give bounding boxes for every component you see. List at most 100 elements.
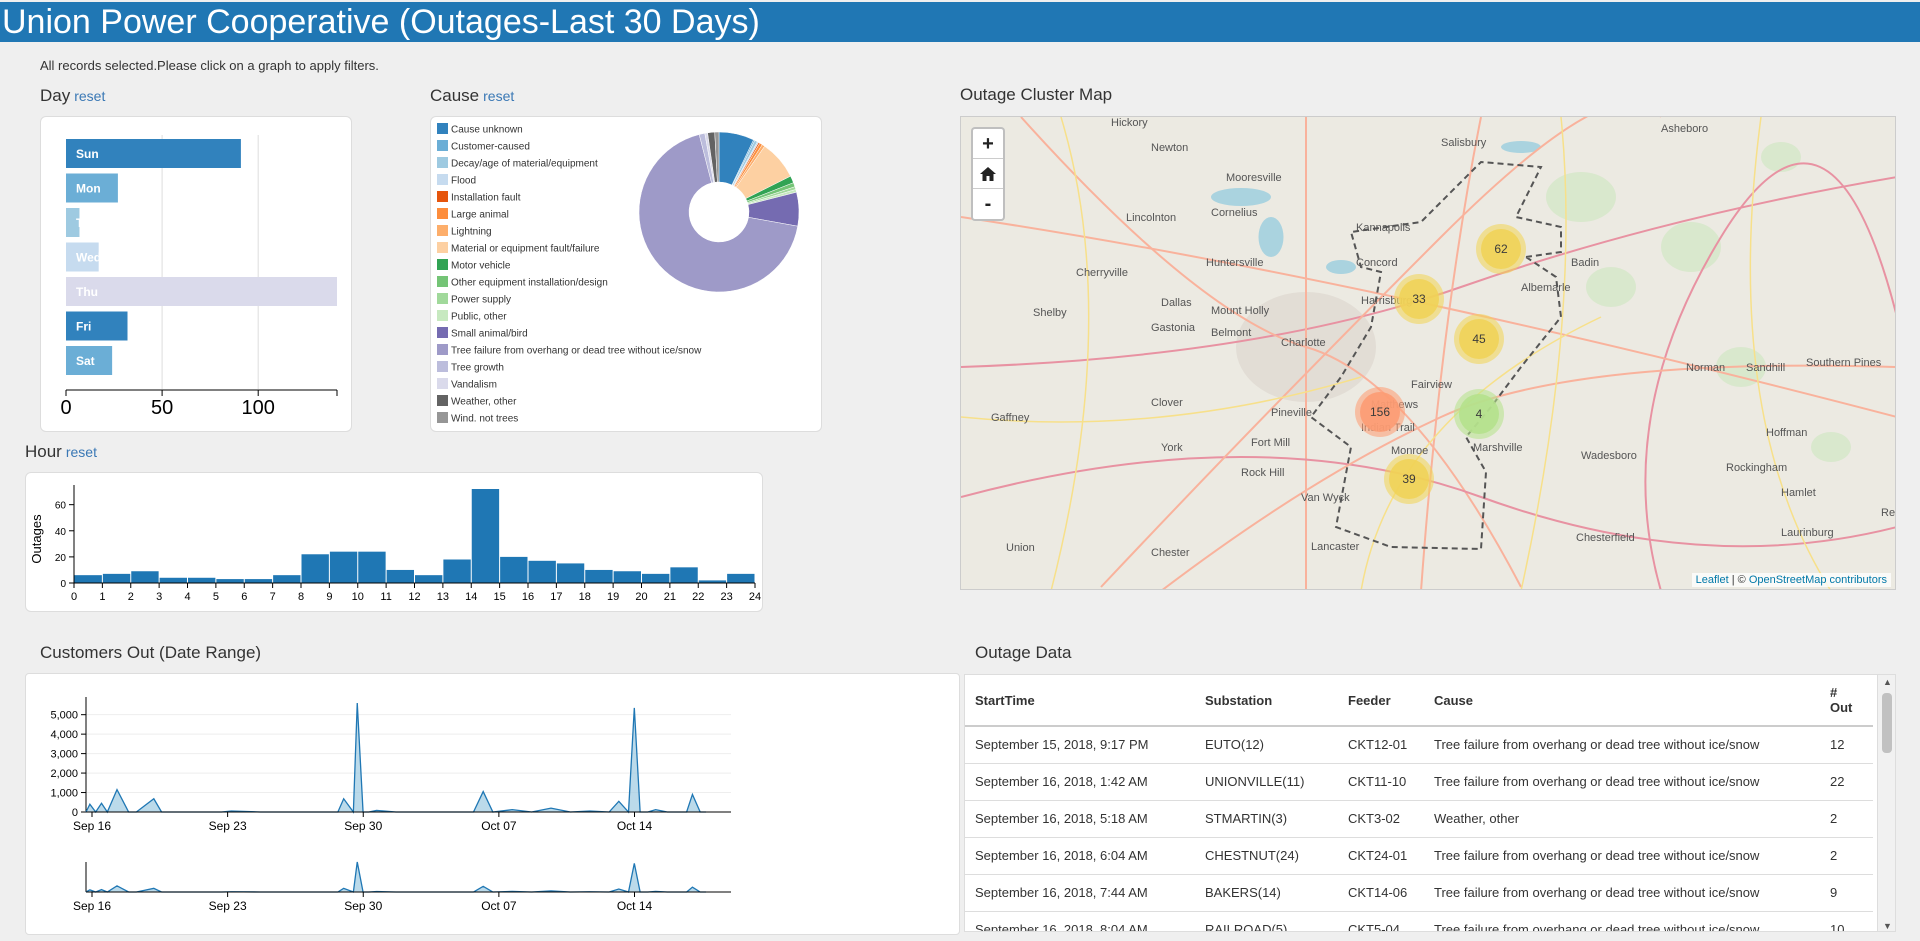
hour-bar-20[interactable] [642,573,670,583]
cause-legend-swatch [437,344,448,355]
cust-main-x-tick-label: Oct 14 [617,819,653,833]
table-row[interactable]: September 16, 2018, 1:42 AM UNIONVILLE(11… [965,763,1873,801]
cause-legend-label[interactable]: Tree growth [451,363,504,374]
column-header[interactable]: # Out [1820,675,1873,727]
cause-legend-swatch [437,208,448,219]
outage-cluster-map[interactable]: Hickory Newton Salisbury Asheboro Mooresvill… [960,116,1896,590]
cause-legend-label[interactable]: Weather, other [451,397,517,408]
hour-bar-11[interactable] [386,569,414,583]
map-cluster-marker[interactable]: 156 [1360,392,1400,432]
table-cell: Tree failure from overhang or dead tree … [1424,874,1820,912]
zoom-out-button[interactable]: - [973,189,1003,219]
hour-bar-19[interactable] [613,571,641,583]
cause-reset-link[interactable]: reset [483,88,514,104]
hour-bar-5[interactable] [216,579,244,583]
cust-range-x-tick-label: Oct 07 [481,899,517,913]
hour-bar-23[interactable] [727,573,755,583]
cause-legend-label[interactable]: Large animal [451,210,509,221]
cause-legend-label[interactable]: Flood [451,176,476,187]
column-header[interactable]: Feeder [1338,675,1424,727]
hour-bar-17[interactable] [556,563,585,583]
map-cluster-marker[interactable]: 4 [1459,394,1499,434]
outage-data-table-container[interactable]: StartTime Substation Feeder Cause # Out Sept… [964,674,1896,932]
hour-bar-9[interactable] [329,551,358,583]
cause-legend-label[interactable]: Installation fault [451,193,521,204]
day-reset-link[interactable]: reset [74,88,105,104]
scroll-thumb[interactable] [1882,693,1892,753]
map-place-label: Union [1006,542,1035,554]
hour-reset-link[interactable]: reset [66,444,97,460]
day-tick-label: 0 [60,397,71,419]
hour-bar-7[interactable] [273,575,301,583]
map-place-label: Red [1881,507,1896,519]
hour-x-tick-label: 13 [437,591,449,603]
cause-legend-swatch [437,395,448,406]
column-header[interactable]: StartTime [965,675,1195,727]
cause-legend-label[interactable]: Decay/age of material/equipment [451,159,598,170]
hour-x-tick-label: 12 [408,591,420,603]
column-header[interactable]: Substation [1195,675,1338,727]
selection-note: All records selected.Please click on a g… [40,58,379,73]
home-button[interactable] [973,159,1003,189]
hour-x-tick-label: 6 [241,591,247,603]
hour-x-tick-label: 7 [270,591,276,603]
table-cell: Tree failure from overhang or dead tree … [1424,726,1820,764]
hour-bar-chart[interactable]: Outages02040600 1 2 3 4 5 6 7 8 9 10 11 12 13 14 15 16 17… [26,473,764,613]
leaflet-link[interactable]: Leaflet [1696,574,1729,586]
column-header[interactable]: Cause [1424,675,1820,727]
cause-legend-label[interactable]: Cause unknown [451,125,523,136]
map-zoom-control: + - [971,127,1005,221]
hour-bar-8[interactable] [301,554,329,583]
hour-bar-12[interactable] [415,575,443,583]
osm-link[interactable]: OpenStreetMap contributors [1749,574,1887,586]
hour-bar-2[interactable] [131,571,159,583]
map-cluster-marker[interactable]: 33 [1399,279,1439,319]
hour-x-tick-label: 9 [326,591,332,603]
day-row-chart[interactable]: Sun Mon Tue Wed Thu Fri Sat 0 50 100 [41,117,353,433]
hour-bar-1[interactable] [102,573,131,583]
table-header-row: StartTime Substation Feeder Cause # Out [965,675,1873,727]
scroll-down-icon[interactable]: ▼ [1883,921,1892,931]
cause-pie-chart[interactable]: Cause unknown Customer-caused Decay/age of… [431,117,823,433]
hour-bar-4[interactable] [188,577,216,583]
map-cluster-marker[interactable]: 62 [1481,229,1521,269]
scroll-up-icon[interactable]: ▲ [1883,677,1892,687]
hour-bar-6[interactable] [244,579,273,583]
cause-legend-label[interactable]: Wind. not trees [451,414,518,425]
cause-legend-label[interactable]: Material or equipment fault/failure [451,244,600,255]
map-place-label: Salisbury [1441,137,1487,149]
table-row[interactable]: September 15, 2018, 9:17 PM EUTO(12) CKT12… [965,726,1873,764]
cause-legend-label[interactable]: Lightning [451,227,492,238]
map-cluster-marker[interactable]: 39 [1389,459,1429,499]
table-row[interactable]: September 16, 2018, 6:04 AM CHESTNUT(24) C… [965,837,1873,875]
cause-legend-label[interactable]: Small animal/bird [451,329,528,340]
table-row[interactable]: September 16, 2018, 5:18 AM STMARTIN(3) CK… [965,800,1873,838]
hour-bar-10[interactable] [358,551,386,583]
hour-bar-14[interactable] [471,489,500,583]
table-scrollbar[interactable]: ▲ ▼ [1877,675,1895,931]
hour-bar-21[interactable] [670,567,698,583]
hour-bar-13[interactable] [443,559,471,584]
map-cluster-marker[interactable]: 45 [1459,319,1499,359]
table-cell: September 16, 2018, 6:04 AM [965,837,1195,875]
cause-legend-label[interactable]: Public, other [451,312,507,323]
cause-legend-label[interactable]: Other equipment installation/design [451,278,608,289]
cause-legend-label[interactable]: Motor vehicle [451,261,511,272]
table-cell: CKT24-01 [1338,837,1424,875]
cause-legend-label[interactable]: Vandalism [451,380,497,391]
cause-legend-label[interactable]: Customer-caused [451,142,530,153]
hour-bar-16[interactable] [528,560,556,583]
hour-bar-18[interactable] [585,569,613,583]
table-row[interactable]: September 16, 2018, 8:04 AM RAILROAD(5) CK… [965,911,1873,931]
table-row[interactable]: September 16, 2018, 7:44 AM BAKERS(14) CKT… [965,874,1873,912]
customers-line-chart[interactable]: 0 1,000 2,000 3,000 4,000 5,000 Sep 16 Sep 23 Se… [26,674,961,936]
cause-legend-swatch [437,191,448,202]
cause-legend-label[interactable]: Tree failure from overhang or dead tree … [451,346,702,357]
day-bar-thu[interactable] [66,277,337,306]
map-place-label: Pineville [1271,407,1312,419]
hour-bar-3[interactable] [159,577,187,583]
cause-legend-label[interactable]: Power supply [451,295,511,306]
hour-bar-15[interactable] [500,556,528,583]
hour-bar-0[interactable] [74,575,102,583]
zoom-in-button[interactable]: + [973,129,1003,159]
